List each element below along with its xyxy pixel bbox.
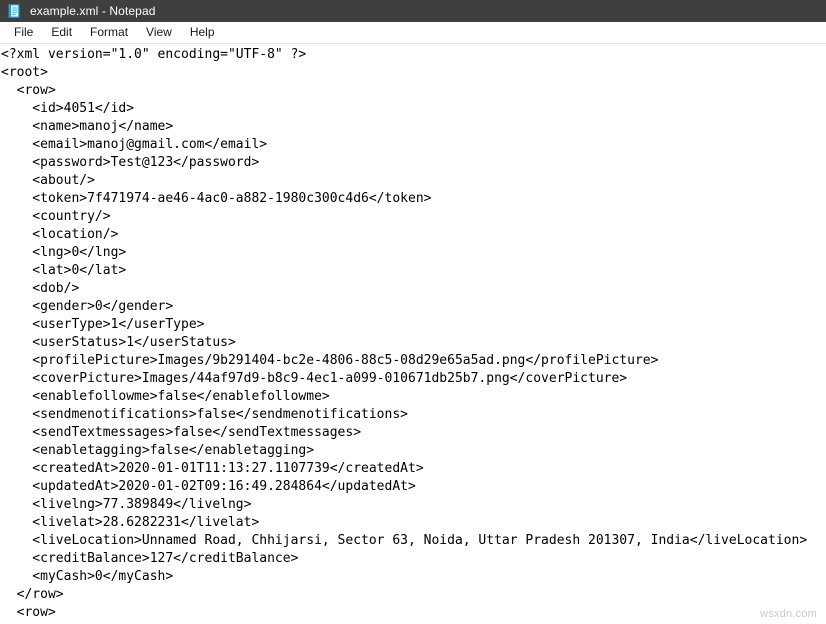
- code-line: <id>4051</id>: [1, 101, 135, 116]
- window-title: example.xml - Notepad: [30, 4, 156, 18]
- code-line: <userStatus>1</userStatus>: [1, 335, 236, 350]
- code-line: <myCash>0</myCash>: [1, 569, 174, 584]
- notepad-window: example.xml - Notepad File Edit Format V…: [0, 0, 826, 624]
- code-line: <liveLocation>Unnamed Road, Chhijarsi, S…: [1, 533, 808, 548]
- menu-bar: File Edit Format View Help: [0, 22, 826, 44]
- menu-item-edit[interactable]: Edit: [42, 23, 81, 42]
- code-line: <country/>: [1, 209, 111, 224]
- code-line: <?xml version="1.0" encoding="UTF-8" ?>: [1, 47, 307, 62]
- code-line: <userType>1</userType>: [1, 317, 205, 332]
- code-line: <sendmenotifications>false</sendmenotifi…: [1, 407, 408, 422]
- code-line: <row>: [1, 83, 56, 98]
- menu-item-file[interactable]: File: [5, 23, 42, 42]
- code-line: <email>manoj@gmail.com</email>: [1, 137, 268, 152]
- code-line: <lat>0</lat>: [1, 263, 127, 278]
- code-line: <token>7f471974-ae46-4ac0-a882-1980c300c…: [1, 191, 432, 206]
- code-line: <sendTextmessages>false</sendTextmessage…: [1, 425, 362, 440]
- code-line: <coverPicture>Images/44af97d9-b8c9-4ec1-…: [1, 371, 628, 386]
- code-line: <row>: [1, 605, 56, 620]
- code-line: <lng>0</lng>: [1, 245, 127, 260]
- code-line: <password>Test@123</password>: [1, 155, 260, 170]
- code-line: <creditBalance>127</creditBalance>: [1, 551, 299, 566]
- code-line: <gender>0</gender>: [1, 299, 174, 314]
- notepad-document-icon: [7, 4, 21, 18]
- code-line: <profilePicture>Images/9b291404-bc2e-480…: [1, 353, 659, 368]
- code-line: <enabletagging>false</enabletagging>: [1, 443, 315, 458]
- code-line: <createdAt>2020-01-01T11:13:27.1107739</…: [1, 461, 424, 476]
- menu-item-help[interactable]: Help: [181, 23, 224, 42]
- code-line: <livelng>77.389849</livelng>: [1, 497, 252, 512]
- code-line: <about/>: [1, 173, 95, 188]
- menu-item-view[interactable]: View: [137, 23, 181, 42]
- code-line: <dob/>: [1, 281, 80, 296]
- title-bar[interactable]: example.xml - Notepad: [0, 0, 826, 22]
- code-line: <name>manoj</name>: [1, 119, 174, 134]
- code-line: <livelat>28.6282231</livelat>: [1, 515, 260, 530]
- code-line: <root>: [1, 65, 48, 80]
- xml-document-text[interactable]: <?xml version="1.0" encoding="UTF-8" ?> <…: [1, 46, 826, 622]
- code-line: <location/>: [1, 227, 119, 242]
- text-editor-area[interactable]: <?xml version="1.0" encoding="UTF-8" ?> <…: [0, 44, 826, 624]
- code-line: <enablefollowme>false</enablefollowme>: [1, 389, 330, 404]
- code-line: </row>: [1, 587, 64, 602]
- code-line: <updatedAt>2020-01-02T09:16:49.284864</u…: [1, 479, 416, 494]
- menu-item-format[interactable]: Format: [81, 23, 137, 42]
